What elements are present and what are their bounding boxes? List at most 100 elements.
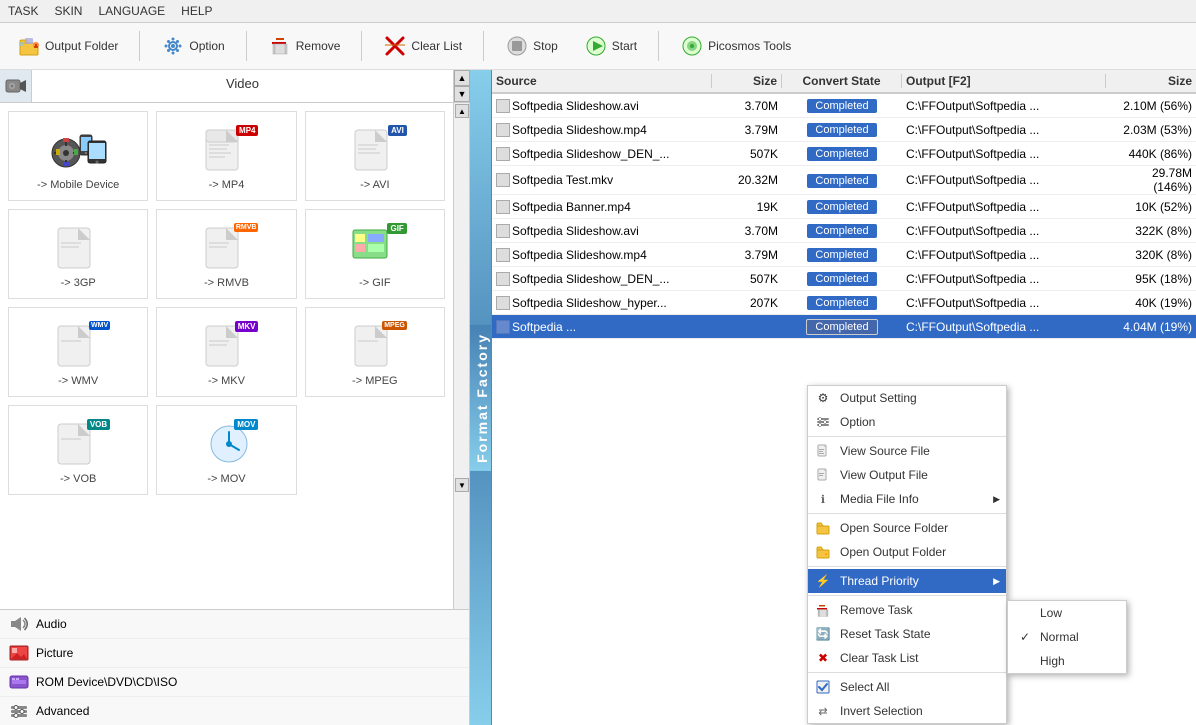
format-wmv[interactable]: WMV -> WMV	[8, 307, 148, 397]
scroll-up-arrow[interactable]: ▲	[454, 70, 470, 86]
mkv-label: -> MKV	[208, 375, 245, 387]
table-row[interactable]: Softpedia Slideshow_DEN_... 507K Complet…	[492, 142, 1196, 166]
format-vob[interactable]: VOB -> VOB	[8, 405, 148, 495]
option-button[interactable]: Option	[152, 29, 233, 63]
wmv-label: -> WMV	[58, 375, 98, 387]
wmv-icon: WMV	[46, 321, 110, 371]
ctx-select-all[interactable]: Select All	[808, 675, 1006, 699]
format-grid: -> Mobile Device	[0, 103, 453, 503]
priority-high[interactable]: High	[1008, 649, 1126, 673]
main-area: Video ▲ ▼	[0, 70, 1196, 725]
rom-device-item[interactable]: ROM Device\DVD\CD\ISO	[0, 668, 469, 697]
priority-low[interactable]: Low	[1008, 601, 1126, 625]
table-row[interactable]: Softpedia Slideshow.mp4 3.79M Completed …	[492, 243, 1196, 267]
row-outsize: 10K (52%)	[1106, 200, 1196, 214]
row-source: Softpedia Banner.mp4	[492, 200, 712, 214]
row-size: 20.32M	[712, 173, 782, 187]
table-row[interactable]: Softpedia Slideshow_DEN_... 507K Complet…	[492, 267, 1196, 291]
row-state: Completed	[782, 146, 902, 161]
stop-button[interactable]: Stop	[496, 29, 567, 63]
table-row[interactable]: Softpedia Slideshow_hyper... 207K Comple…	[492, 291, 1196, 315]
picture-item[interactable]: Picture	[0, 639, 469, 668]
format-rmvb[interactable]: RMVB -> RMVB	[156, 209, 296, 299]
col-header-source: Source	[492, 74, 712, 88]
video-panel-header: Video	[32, 70, 453, 102]
ctx-view-output[interactable]: View Output File	[808, 463, 1006, 487]
ctx-clear-task-list[interactable]: ✖ Clear Task List	[808, 646, 1006, 670]
row-state: Completed	[782, 98, 902, 113]
row-outsize: 320K (8%)	[1106, 248, 1196, 262]
row-outsize: 2.03M (53%)	[1106, 123, 1196, 137]
row-state: Completed	[782, 223, 902, 238]
row-source: Softpedia Slideshow.mp4	[492, 123, 712, 137]
scroll-down-arrow[interactable]: ▼	[454, 86, 470, 102]
row-size: 3.79M	[712, 123, 782, 137]
format-factory-label: Format Factory	[470, 325, 492, 471]
format-3gp[interactable]: -> 3GP	[8, 209, 148, 299]
table-row[interactable]: Softpedia Test.mkv 20.32M Completed C:\F…	[492, 166, 1196, 195]
remove-button[interactable]: Remove	[259, 29, 350, 63]
ctx-option-icon	[814, 413, 832, 431]
ctx-thread-priority[interactable]: ⚡ Thread Priority	[808, 569, 1006, 593]
mov-label: -> MOV	[207, 473, 245, 485]
normal-check: ✓	[1020, 630, 1032, 644]
table-row[interactable]: Softpedia Slideshow.mp4 3.79M Completed …	[492, 118, 1196, 142]
row-source: Softpedia ...	[492, 320, 712, 334]
format-mpeg[interactable]: MPEG -> MPEG	[305, 307, 445, 397]
grid-scroll-down[interactable]: ▼	[455, 478, 469, 492]
start-button[interactable]: Start	[575, 29, 646, 63]
grid-scroll-up[interactable]: ▲	[455, 104, 469, 118]
priority-normal[interactable]: ✓ Normal	[1008, 625, 1126, 649]
toolbar: Output Folder Option	[0, 23, 1196, 70]
format-mov[interactable]: MOV -> MOV	[156, 405, 296, 495]
avi-label: -> AVI	[360, 179, 389, 191]
ctx-reset-task[interactable]: 🔄 Reset Task State	[808, 622, 1006, 646]
rmvb-label: -> RMVB	[204, 277, 249, 289]
audio-item[interactable]: Audio	[0, 610, 469, 639]
col-header-size: Size	[712, 74, 782, 88]
ctx-invert-selection[interactable]: ⇄ Invert Selection	[808, 699, 1006, 723]
format-mobile[interactable]: -> Mobile Device	[8, 111, 148, 201]
clear-task-list-icon: ✖	[814, 649, 832, 667]
gif-icon: GIF	[343, 223, 407, 273]
table-row-selected[interactable]: Softpedia ... Completed C:\FFOutput\Soft…	[492, 315, 1196, 339]
right-panel: Source Size Convert State Output [F2] Si…	[492, 70, 1196, 725]
advanced-item[interactable]: Advanced	[0, 697, 469, 725]
thread-priority-icon: ⚡	[814, 572, 832, 590]
menu-language[interactable]: LANGUAGE	[98, 4, 165, 18]
row-size: 3.70M	[712, 224, 782, 238]
row-source: Softpedia Slideshow_hyper...	[492, 296, 712, 310]
mkv-badge: MKV	[235, 321, 259, 332]
ctx-open-output-folder[interactable]: Open Output Folder	[808, 540, 1006, 564]
ctx-remove-task[interactable]: Remove Task	[808, 598, 1006, 622]
ctx-sep-1	[808, 436, 1006, 437]
picosmos-button[interactable]: Picosmos Tools	[671, 29, 800, 63]
table-row[interactable]: Softpedia Slideshow.avi 3.70M Completed …	[492, 219, 1196, 243]
ctx-output-setting[interactable]: ⚙ Output Setting	[808, 386, 1006, 410]
clear-list-button[interactable]: Clear List	[374, 29, 471, 63]
left-panel: Video ▲ ▼	[0, 70, 470, 725]
vob-badge: VOB	[87, 419, 110, 430]
ctx-open-source-folder[interactable]: Open Source Folder	[808, 516, 1006, 540]
menu-task[interactable]: TASK	[8, 4, 38, 18]
wmv-badge: WMV	[89, 321, 110, 330]
media-info-icon: ℹ	[814, 490, 832, 508]
menu-skin[interactable]: SKIN	[54, 4, 82, 18]
output-folder-button[interactable]: Output Folder	[8, 29, 127, 63]
format-mkv[interactable]: MKV -> MKV	[156, 307, 296, 397]
ctx-option[interactable]: Option	[808, 410, 1006, 434]
table-row[interactable]: Softpedia Banner.mp4 19K Completed C:\FF…	[492, 195, 1196, 219]
row-outsize: 40K (19%)	[1106, 296, 1196, 310]
format-avi[interactable]: AVI -> AVI	[305, 111, 445, 201]
ctx-view-source[interactable]: View Source File	[808, 439, 1006, 463]
table-row[interactable]: Softpedia Slideshow.avi 3.70M Completed …	[492, 94, 1196, 118]
row-outsize: 2.10M (56%)	[1106, 99, 1196, 113]
ctx-media-info[interactable]: ℹ Media File Info	[808, 487, 1006, 511]
menu-help[interactable]: HELP	[181, 4, 212, 18]
format-gif[interactable]: GIF -> GIF	[305, 209, 445, 299]
mp4-icon: MP4	[194, 125, 258, 175]
row-size: 507K	[712, 272, 782, 286]
format-mp4[interactable]: MP4 -> MP4	[156, 111, 296, 201]
vob-icon: VOB	[46, 419, 110, 469]
mpeg-icon: MPEG	[343, 321, 407, 371]
